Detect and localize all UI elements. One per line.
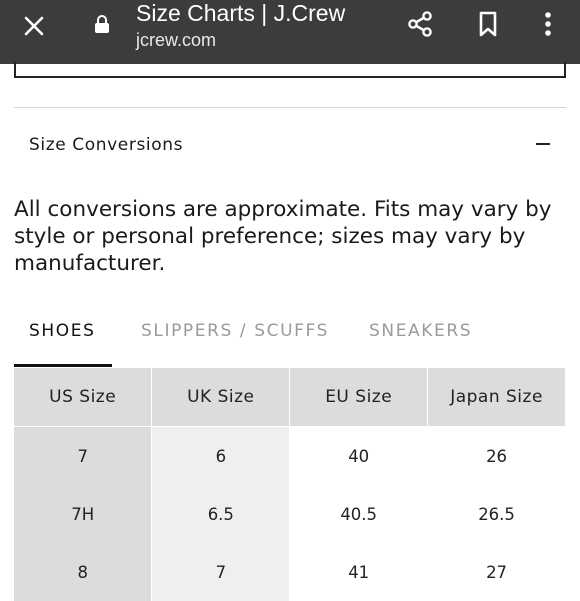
bookmark-icon[interactable] bbox=[472, 8, 504, 40]
active-tab-indicator bbox=[14, 364, 112, 367]
table-cell: 26.5 bbox=[427, 485, 566, 543]
page-url[interactable]: jcrew.com bbox=[136, 30, 216, 51]
minus-icon[interactable] bbox=[536, 143, 550, 145]
table-cell: 6 bbox=[151, 426, 291, 485]
column-header: US Size bbox=[14, 368, 153, 427]
table-cell: 41 bbox=[289, 543, 429, 601]
section-title[interactable]: Size Conversions bbox=[29, 135, 183, 155]
tab-shoes[interactable]: SHOES bbox=[29, 321, 96, 341]
table-row: 7 6 40 26 bbox=[14, 426, 566, 485]
divider bbox=[14, 107, 566, 108]
more-vert-icon[interactable] bbox=[534, 8, 562, 40]
browser-toolbar: Size Charts | J.Crew jcrew.com bbox=[0, 0, 580, 64]
close-icon[interactable] bbox=[18, 10, 50, 42]
share-icon[interactable] bbox=[404, 8, 436, 40]
previous-section-box bbox=[14, 62, 566, 78]
column-header: UK Size bbox=[151, 368, 291, 427]
table-cell: 7 bbox=[14, 426, 153, 485]
lock-icon bbox=[90, 12, 114, 36]
table-cell: 8 bbox=[14, 543, 153, 601]
column-header: Japan Size bbox=[427, 368, 566, 427]
table-row: 8 7 41 27 bbox=[14, 543, 566, 601]
tab-sneakers[interactable]: SNEAKERS bbox=[369, 321, 472, 341]
table-cell: 6.5 bbox=[151, 485, 291, 543]
table-cell: 27 bbox=[427, 543, 566, 601]
table-cell: 40 bbox=[289, 426, 429, 485]
table-cell: 7H bbox=[14, 485, 153, 543]
table-header-row: US Size UK Size EU Size Japan Size bbox=[14, 368, 566, 427]
size-conversion-table: US Size UK Size EU Size Japan Size 7 6 4… bbox=[14, 368, 566, 601]
page-title: Size Charts | J.Crew bbox=[136, 0, 346, 26]
conversion-note: All conversions are approximate. Fits ma… bbox=[14, 197, 552, 276]
table-cell: 26 bbox=[427, 426, 566, 485]
column-header: EU Size bbox=[289, 368, 429, 427]
tab-slippers-scuffs[interactable]: SLIPPERS / SCUFFS bbox=[141, 321, 329, 341]
table-row: 7H 6.5 40.5 26.5 bbox=[14, 485, 566, 543]
table-cell: 40.5 bbox=[289, 485, 429, 543]
table-cell: 7 bbox=[151, 543, 291, 601]
